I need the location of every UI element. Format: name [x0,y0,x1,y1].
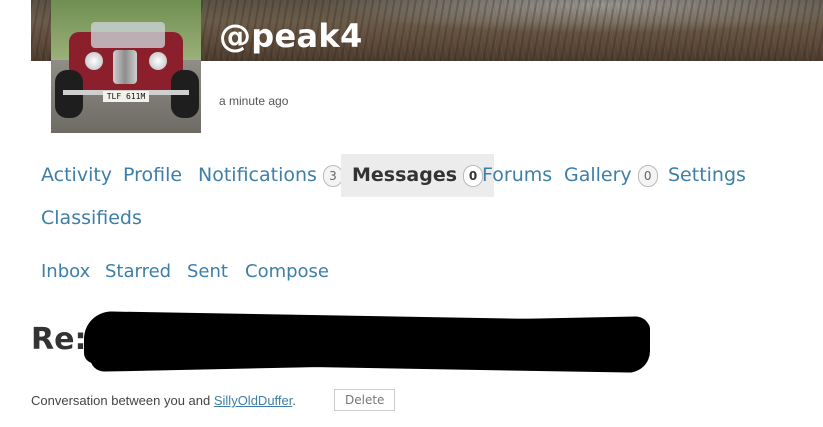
participant-link[interactable]: SillyOldDuffer [214,393,293,408]
profile-username: @peak4 [219,17,363,55]
tab-settings[interactable]: Settings [668,154,746,197]
gallery-count-badge: 0 [637,164,658,187]
conversation-period: . [292,393,296,408]
subnav-inbox[interactable]: Inbox [41,258,90,286]
subnav-compose[interactable]: Compose [245,258,329,286]
tab-profile[interactable]: Profile [123,154,182,197]
avatar-number-plate: TLF 611M [103,91,149,102]
tab-notifications[interactable]: Notifications 3 [198,154,343,197]
tab-label: Messages [352,164,458,186]
tab-label: Classifieds [41,207,142,229]
tab-label: Profile [123,164,183,186]
tab-messages[interactable]: Messages 0 [341,154,495,197]
subnav-starred[interactable]: Starred [105,258,171,286]
tab-activity[interactable]: Activity [41,154,112,197]
tab-gallery[interactable]: Gallery 0 [564,154,658,197]
tab-label: Settings [668,164,746,186]
tab-label: Gallery [564,164,632,186]
notifications-count-badge: 3 [322,164,343,187]
conversation-info: Conversation between you and SillyOldDuf… [31,392,296,410]
subnav-sent[interactable]: Sent [187,258,228,286]
last-active-time: a minute ago [219,94,289,108]
avatar[interactable]: TLF 611M [51,0,201,133]
tab-forums[interactable]: Forums [482,154,552,197]
tab-label: Forums [482,164,553,186]
tab-classifieds[interactable]: Classifieds [41,197,142,240]
tab-label: Notifications [198,164,317,186]
thread-title: Re: [31,322,87,357]
delete-button[interactable]: Delete [334,389,396,411]
tab-label: Activity [41,164,113,186]
messages-count-badge: 0 [463,164,484,187]
conversation-text: Conversation between you and [31,393,211,408]
